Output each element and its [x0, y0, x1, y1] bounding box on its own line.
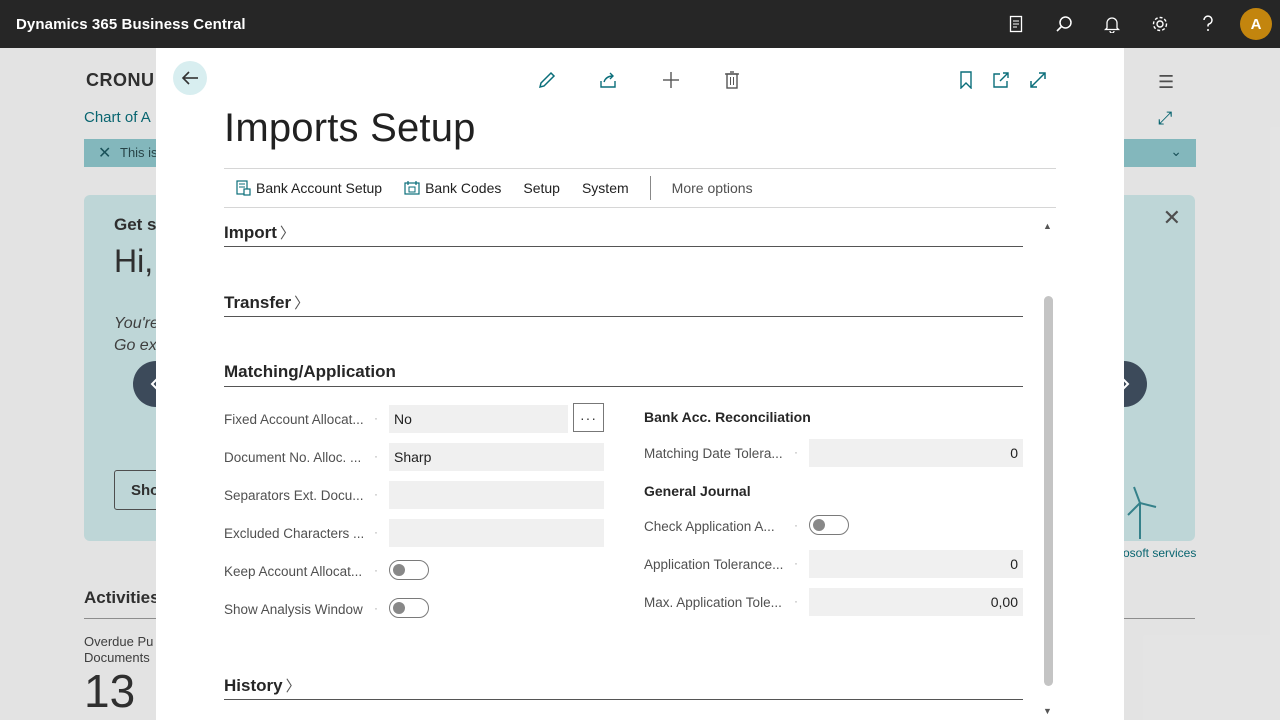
fixed-account-allocation-input[interactable]: No [389, 405, 568, 433]
separators-input[interactable] [389, 481, 604, 509]
field-label: Max. Application Tole... [644, 595, 782, 610]
bank-account-icon [236, 180, 251, 196]
document-no-allocation-select[interactable]: Sharp [389, 443, 604, 471]
field-label: Matching Date Tolera... [644, 446, 783, 461]
show-analysis-window-toggle[interactable] [389, 598, 429, 618]
bank-reconciliation-group: Bank Acc. Reconciliation [644, 409, 811, 425]
check-application-field: Check Application A... · [644, 512, 1023, 540]
matching-date-tolerance-field: Matching Date Tolera... · 0 [644, 439, 1023, 467]
form-content: Import 〉 Transfer 〉 Matching/Application F… [224, 208, 1023, 720]
delete-icon[interactable] [720, 68, 744, 92]
field-label: Keep Account Allocat... [224, 564, 363, 579]
field-label: Excluded Characters ... [224, 526, 365, 541]
arrow-left-icon [181, 71, 198, 85]
matching-date-tolerance-input[interactable]: 0 [809, 439, 1023, 467]
check-application-toggle[interactable] [809, 515, 849, 535]
header-icons: A [992, 0, 1280, 48]
app-title[interactable]: Dynamics 365 Business Central [0, 16, 246, 33]
chevron-right-icon: 〉 [294, 295, 310, 312]
scroll-down-arrow[interactable]: ▼ [1043, 706, 1052, 716]
bell-icon[interactable] [1088, 0, 1136, 48]
field-label: Application Tolerance... [644, 557, 784, 572]
section-import[interactable]: Import 〉 [224, 208, 1023, 247]
user-avatar[interactable]: A [1240, 8, 1272, 40]
section-history[interactable]: History 〉 [224, 661, 1023, 700]
section-transfer[interactable]: Transfer 〉 [224, 278, 1023, 317]
action-bar: Bank Account Setup Bank Codes Setup Syst… [224, 168, 1056, 208]
document-no-allocation-field: Document No. Alloc. ... · Sharp [224, 443, 604, 471]
expand-icon[interactable] [1026, 68, 1050, 92]
setup-menu[interactable]: Setup [523, 180, 560, 196]
chevron-right-icon: 〉 [279, 225, 295, 242]
app-header: Dynamics 365 Business Central A [0, 0, 1280, 48]
bank-codes-icon [404, 181, 420, 195]
system-menu[interactable]: System [582, 180, 629, 196]
lookup-button[interactable]: ··· [573, 403, 604, 432]
scrollbar-thumb[interactable] [1044, 296, 1053, 686]
section-matching-title: Matching/Application [224, 362, 396, 381]
keep-account-allocation-field: Keep Account Allocat... · [224, 557, 604, 585]
field-label: Document No. Alloc. ... [224, 450, 362, 465]
imports-setup-dialog: Imports Setup Bank Account Setup Bank Co… [156, 48, 1124, 720]
section-matching[interactable]: Matching/Application [224, 348, 1023, 387]
bookmark-icon[interactable] [954, 68, 978, 92]
field-label: Show Analysis Window [224, 602, 363, 617]
section-import-title: Import [224, 222, 277, 242]
page-title: Imports Setup [224, 106, 476, 150]
share-icon[interactable] [596, 68, 620, 92]
action-separator [649, 176, 651, 200]
edit-icon[interactable] [535, 68, 559, 92]
bank-codes-label: Bank Codes [425, 180, 502, 196]
field-label: Separators Ext. Docu... [224, 488, 364, 503]
separators-field: Separators Ext. Docu... · [224, 481, 604, 509]
excluded-characters-field: Excluded Characters ... · [224, 519, 604, 547]
open-new-window-icon[interactable] [989, 68, 1013, 92]
gear-icon[interactable] [1136, 0, 1184, 48]
more-options-button[interactable]: More options [672, 180, 753, 196]
add-icon[interactable] [659, 68, 683, 92]
chevron-right-icon: 〉 [285, 678, 301, 695]
keep-account-allocation-toggle[interactable] [389, 560, 429, 580]
application-tolerance-field: Application Tolerance... · 0 [644, 550, 1023, 578]
general-journal-group: General Journal [644, 483, 751, 499]
scroll-up-arrow[interactable]: ▲ [1043, 221, 1052, 231]
excluded-characters-input[interactable] [389, 519, 604, 547]
bank-account-setup-label: Bank Account Setup [256, 180, 383, 196]
back-button[interactable] [173, 61, 207, 95]
fixed-account-allocation-field: Fixed Account Allocat... · No ··· [224, 403, 604, 433]
search-icon[interactable] [1040, 0, 1088, 48]
bank-account-setup-action[interactable]: Bank Account Setup [236, 180, 382, 196]
help-icon[interactable] [1184, 0, 1232, 48]
section-history-title: History [224, 675, 283, 695]
application-tolerance-input[interactable]: 0 [809, 550, 1023, 578]
max-application-tolerance-field: Max. Application Tole... · 0,00 [644, 588, 1023, 616]
section-transfer-title: Transfer [224, 292, 292, 312]
show-analysis-window-field: Show Analysis Window · [224, 595, 604, 623]
field-label: Fixed Account Allocat... [224, 412, 364, 427]
document-icon[interactable] [992, 0, 1040, 48]
max-application-tolerance-input[interactable]: 0,00 [809, 588, 1023, 616]
bank-codes-action[interactable]: Bank Codes [404, 180, 501, 196]
field-label: Check Application A... [644, 519, 775, 534]
